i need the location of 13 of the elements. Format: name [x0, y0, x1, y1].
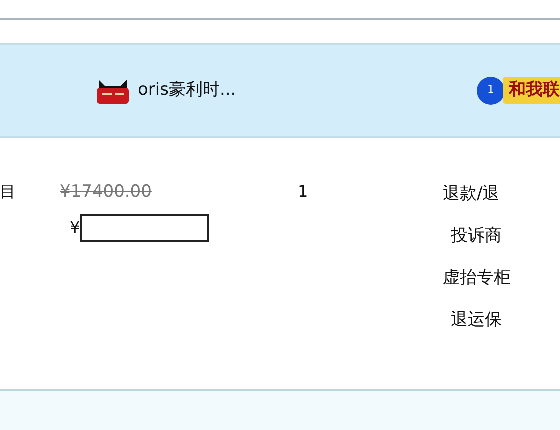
price-field[interactable] [80, 214, 210, 242]
currency-symbol: ¥ [70, 216, 80, 238]
action-link[interactable]: 退款/退 [443, 180, 500, 208]
quantity: 1 [298, 182, 308, 201]
contact-link[interactable]: 和我联 [503, 76, 560, 104]
action-link[interactable]: 投诉商 [451, 222, 502, 250]
action-link[interactable]: 退运保 [451, 306, 502, 334]
original-price: ¥17400.00 [60, 182, 152, 202]
shop-name[interactable]: oris豪利时... [138, 78, 236, 104]
item-title[interactable]: 目 [0, 182, 16, 201]
cat-icon [96, 78, 130, 104]
action-link[interactable]: 虚抬专柜 [443, 264, 511, 292]
chat-button[interactable]: 1 [477, 76, 505, 104]
